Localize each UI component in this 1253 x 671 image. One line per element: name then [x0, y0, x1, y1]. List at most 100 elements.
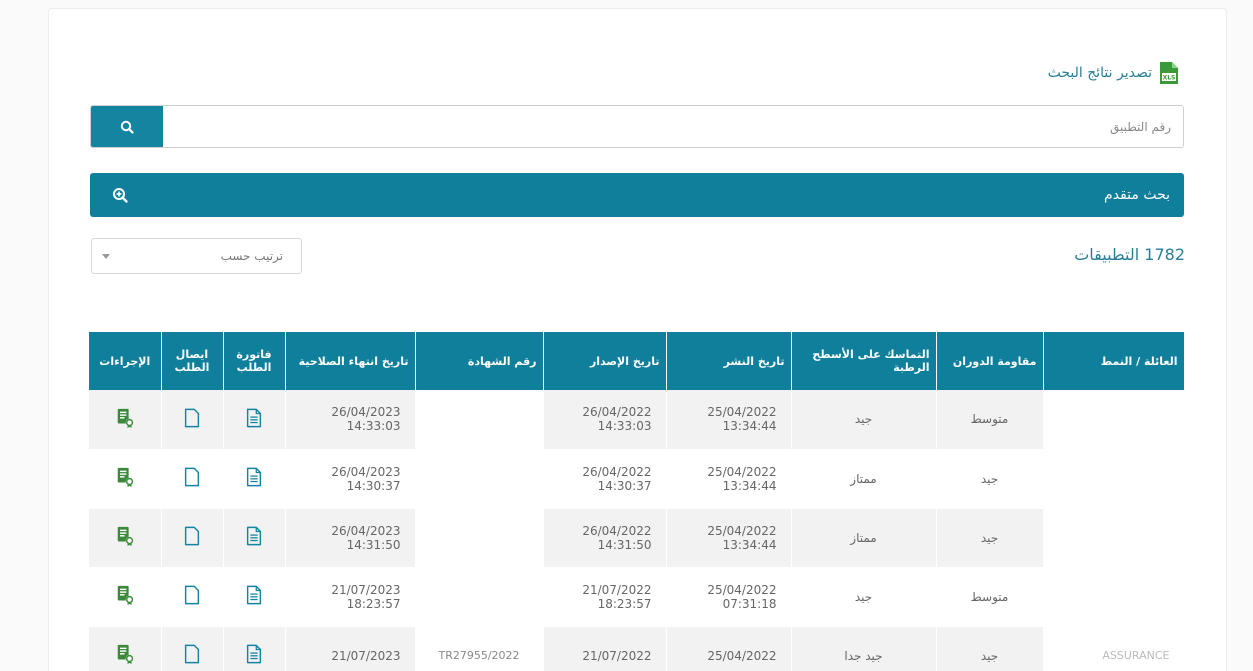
export-results-link[interactable]: XLS تصدير نتائج البحث — [1048, 58, 1180, 88]
table-row: 21/07/2023 18:23:57 21/07/2022 18:23:57 25/0… — [89, 567, 1184, 627]
issue-date: 21/07/2022 — [582, 648, 652, 663]
export-label: تصدير نتائج البحث — [1047, 65, 1152, 81]
family-cell — [1043, 390, 1184, 450]
actions-cell — [89, 449, 162, 509]
sort-label: ترتيب حسب — [220, 249, 283, 263]
receipt-document-icon[interactable] — [181, 466, 203, 488]
issue-date: 26/04/2022 — [582, 464, 652, 479]
actions-cell — [89, 508, 162, 568]
results-table: الإجراءات ايصال الطلب فاتورة الطلب تاريخ… — [89, 332, 1184, 671]
header-wet-grip: التماسك على الأسطح الرطبة — [791, 332, 937, 390]
wet-grip-cell: جيد جدا — [791, 626, 937, 671]
issue-time: 14:31:50 — [597, 537, 652, 552]
issue-date-cell: 26/04/2022 14:31:50 — [543, 508, 667, 568]
search-icon — [120, 120, 134, 134]
header-expiry: تاريخ انتهاء الصلاحية — [285, 332, 416, 390]
issue-date: 21/07/2022 — [582, 582, 652, 597]
certificate-action-icon[interactable] — [114, 643, 136, 665]
expiry-date: 26/04/2023 — [331, 405, 401, 420]
expiry-time: 14:30:37 — [346, 478, 401, 493]
rolling-cell: جيد — [936, 449, 1044, 509]
header-certificate: رقم الشهادة — [415, 332, 544, 390]
certificate-cell — [415, 390, 544, 450]
header-family: العائلة / النمط — [1043, 332, 1184, 390]
publish-date: 25/04/2022 — [707, 582, 777, 597]
certificate-cell: TR27955/2022 — [415, 626, 544, 671]
table-row: 26/04/2023 14:33:03 26/04/2022 14:33:03 25/0… — [89, 390, 1184, 450]
certificate-action-icon[interactable] — [114, 525, 136, 547]
actions-cell — [89, 390, 162, 450]
header-invoice: فاتورة الطلب — [223, 332, 286, 390]
certificate-cell — [415, 449, 544, 509]
family-cell — [1043, 508, 1184, 568]
certificate-action-icon[interactable] — [114, 584, 136, 606]
publish-date-cell: 25/04/2022 13:34:44 — [666, 449, 792, 509]
publish-date-cell: 25/04/2022 07:31:18 — [666, 567, 792, 627]
receipt-document-icon[interactable] — [181, 584, 203, 606]
header-publish-date: تاريخ النشر — [666, 332, 792, 390]
rolling-cell: جيد — [936, 508, 1044, 568]
application-number-input[interactable] — [163, 106, 1183, 147]
issue-date-cell: 21/07/2022 18:23:57 — [543, 567, 667, 627]
publish-time: 13:34:44 — [722, 419, 777, 434]
receipt-document-icon[interactable] — [181, 525, 203, 547]
expiry-time: 14:31:50 — [346, 537, 401, 552]
invoice-document-icon[interactable] — [243, 643, 265, 665]
family-cell — [1043, 567, 1184, 627]
expiry-cell: 21/07/2023 18:23:57 — [285, 567, 416, 627]
expiry-cell: 21/07/2023 — [285, 626, 416, 671]
table-header-row: الإجراءات ايصال الطلب فاتورة الطلب تاريخ… — [89, 332, 1184, 390]
publish-date: 25/04/2022 — [707, 405, 777, 420]
expiry-cell: 26/04/2023 14:33:03 — [285, 390, 416, 450]
invoice-cell — [223, 626, 286, 671]
receipt-cell — [161, 626, 224, 671]
certificate-cell — [415, 567, 544, 627]
invoice-document-icon[interactable] — [243, 525, 265, 547]
expiry-date: 26/04/2023 — [331, 523, 401, 538]
issue-date: 26/04/2022 — [582, 405, 652, 420]
publish-date: 25/04/2022 — [707, 523, 777, 538]
invoice-document-icon[interactable] — [243, 407, 265, 429]
expiry-time: 18:23:57 — [346, 596, 401, 611]
family-cell — [1043, 449, 1184, 509]
expiry-date: 26/04/2023 — [331, 464, 401, 479]
publish-date: 25/04/2022 — [707, 648, 777, 663]
advanced-search-bar[interactable]: بحث متقدم — [90, 173, 1184, 217]
expiry-cell: 26/04/2023 14:31:50 — [285, 508, 416, 568]
publish-date-cell: 25/04/2022 13:34:44 — [666, 390, 792, 450]
receipt-document-icon[interactable] — [181, 643, 203, 665]
expiry-cell: 26/04/2023 14:30:37 — [285, 449, 416, 509]
invoice-document-icon[interactable] — [243, 584, 265, 606]
certificate-action-icon[interactable] — [114, 407, 136, 429]
zoom-in-icon — [113, 188, 128, 203]
invoice-cell — [223, 508, 286, 568]
invoice-cell — [223, 390, 286, 450]
table-row: 26/04/2023 14:30:37 26/04/2022 14:30:37 25/0… — [89, 449, 1184, 509]
results-count: 1782 التطبيقات — [1074, 245, 1185, 264]
header-rolling: مقاومة الدوران — [936, 332, 1044, 390]
search-bar — [90, 105, 1184, 148]
issue-date-cell: 26/04/2022 14:30:37 — [543, 449, 667, 509]
rolling-cell: جيد — [936, 626, 1044, 671]
certificate-cell — [415, 508, 544, 568]
issue-date-cell: 26/04/2022 14:33:03 — [543, 390, 667, 450]
certificate-action-icon[interactable] — [114, 466, 136, 488]
search-button[interactable] — [91, 106, 163, 147]
receipt-document-icon[interactable] — [181, 407, 203, 429]
publish-time: 07:31:18 — [722, 596, 777, 611]
invoice-document-icon[interactable] — [243, 466, 265, 488]
rolling-cell: متوسط — [936, 390, 1044, 450]
rolling-cell: متوسط — [936, 567, 1044, 627]
issue-time: 14:30:37 — [597, 478, 652, 493]
publish-date: 25/04/2022 — [707, 464, 777, 479]
invoice-cell — [223, 567, 286, 627]
issue-date: 26/04/2022 — [582, 523, 652, 538]
invoice-cell — [223, 449, 286, 509]
family-cell: ASSURANCE — [1043, 626, 1184, 671]
chevron-down-icon — [102, 253, 110, 259]
advanced-search-label: بحث متقدم — [1104, 187, 1170, 203]
sort-dropdown[interactable]: ترتيب حسب — [91, 238, 302, 274]
table-row: 26/04/2023 14:31:50 26/04/2022 14:31:50 25/0… — [89, 508, 1184, 568]
receipt-cell — [161, 449, 224, 509]
receipt-cell — [161, 390, 224, 450]
